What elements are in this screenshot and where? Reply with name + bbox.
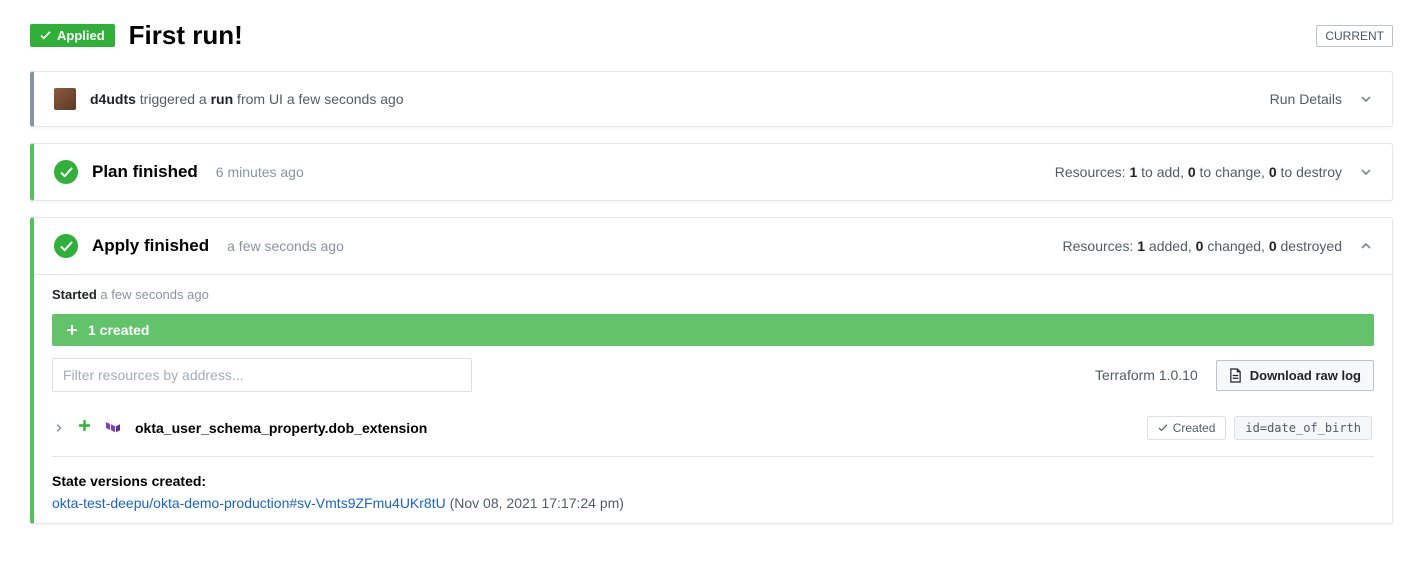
chevron-up-icon[interactable]	[1360, 240, 1372, 252]
resource-name: okta_user_schema_property.dob_extension	[135, 420, 427, 436]
apply-left: Apply finished a few seconds ago	[54, 234, 344, 258]
apply-started: Started a few seconds ago	[52, 287, 1374, 302]
apply-right: Resources: 1 added, 0 changed, 0 destroy…	[1063, 238, 1372, 254]
chevron-down-icon[interactable]	[1360, 93, 1372, 105]
state-versions-section: State versions created: okta-test-deepu/…	[52, 473, 1374, 511]
filter-right: Terraform 1.0.10 Download raw log	[1095, 360, 1374, 391]
trigger-left: d4udts triggered a run from UI a few sec…	[54, 88, 404, 110]
plan-time: 6 minutes ago	[216, 164, 304, 180]
filter-row: Terraform 1.0.10 Download raw log	[52, 358, 1374, 392]
download-raw-log-button[interactable]: Download raw log	[1216, 360, 1374, 391]
resource-left: okta_user_schema_property.dob_extension	[54, 419, 427, 437]
trigger-right: Run Details	[1270, 91, 1372, 107]
chevron-down-icon[interactable]	[1360, 166, 1372, 178]
run-trigger-header[interactable]: d4udts triggered a run from UI a few sec…	[34, 72, 1392, 126]
state-version-date: (Nov 08, 2021 17:17:24 pm)	[446, 495, 624, 511]
resource-row: okta_user_schema_property.dob_extension …	[52, 406, 1374, 457]
plus-icon	[66, 324, 78, 336]
run-trigger-panel: d4udts triggered a run from UI a few sec…	[30, 71, 1393, 127]
state-version-link[interactable]: okta-test-deepu/okta-demo-production#sv-…	[52, 495, 446, 511]
plus-icon	[78, 419, 91, 437]
plan-title: Plan finished	[92, 162, 198, 182]
current-badge: CURRENT	[1316, 25, 1393, 47]
apply-body: Started a few seconds ago 1 created Terr…	[34, 274, 1392, 523]
trigger-text: d4udts triggered a run from UI a few sec…	[90, 91, 404, 107]
plan-right: Resources: 1 to add, 0 to change, 0 to d…	[1055, 164, 1372, 180]
state-version-line: okta-test-deepu/okta-demo-production#sv-…	[52, 495, 1374, 511]
created-summary-bar[interactable]: 1 created	[52, 314, 1374, 346]
created-count-label: 1 created	[88, 322, 149, 338]
page-title: First run!	[129, 20, 243, 51]
check-icon	[40, 31, 51, 40]
state-versions-label: State versions created:	[52, 473, 1374, 489]
apply-header[interactable]: Apply finished a few seconds ago Resourc…	[34, 218, 1392, 274]
status-badge-applied: Applied	[30, 24, 115, 47]
avatar	[54, 88, 76, 110]
resource-id-pill: id=date_of_birth	[1234, 416, 1372, 440]
check-icon	[1158, 424, 1168, 432]
resource-status-pill: Created	[1147, 416, 1227, 440]
plan-header[interactable]: Plan finished 6 minutes ago Resources: 1…	[34, 144, 1392, 200]
filter-resources-input[interactable]	[52, 358, 472, 392]
apply-time: a few seconds ago	[227, 238, 344, 254]
plan-panel: Plan finished 6 minutes ago Resources: 1…	[30, 143, 1393, 201]
terraform-icon	[105, 420, 121, 436]
chevron-right-icon[interactable]	[54, 420, 64, 436]
plan-left: Plan finished 6 minutes ago	[54, 160, 304, 184]
apply-resources-summary: Resources: 1 added, 0 changed, 0 destroy…	[1063, 238, 1342, 254]
resource-right: Created id=date_of_birth	[1147, 416, 1372, 440]
terraform-version: Terraform 1.0.10	[1095, 367, 1198, 383]
apply-panel: Apply finished a few seconds ago Resourc…	[30, 217, 1393, 524]
trigger-user: d4udts	[90, 91, 136, 107]
check-circle-icon	[54, 234, 78, 258]
download-label: Download raw log	[1250, 368, 1361, 383]
run-details-label: Run Details	[1270, 91, 1342, 107]
file-icon	[1229, 368, 1242, 383]
page-header: Applied First run! CURRENT	[30, 20, 1393, 51]
check-circle-icon	[54, 160, 78, 184]
apply-title: Apply finished	[92, 236, 209, 256]
status-badge-label: Applied	[57, 28, 105, 43]
header-left: Applied First run!	[30, 20, 243, 51]
plan-resources-summary: Resources: 1 to add, 0 to change, 0 to d…	[1055, 164, 1342, 180]
trigger-action: run	[211, 91, 234, 107]
